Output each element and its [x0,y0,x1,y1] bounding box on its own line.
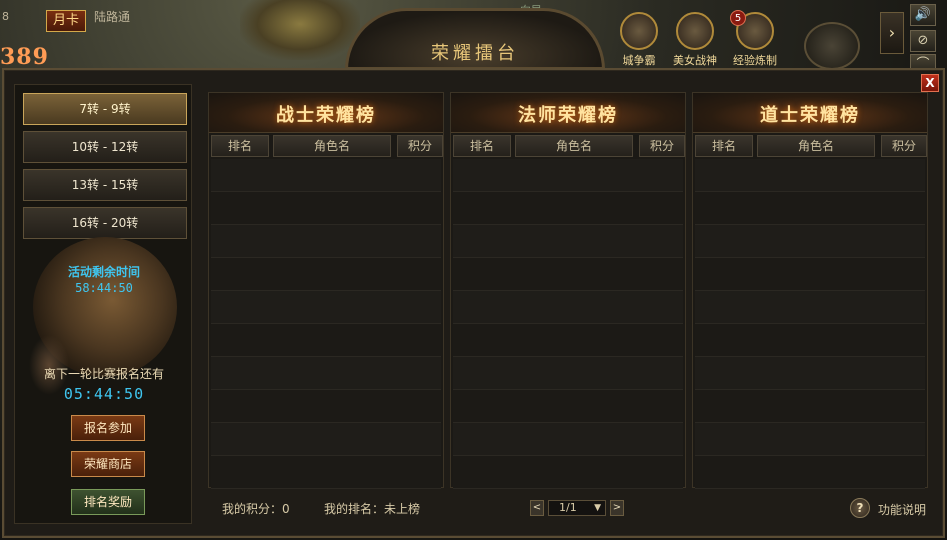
table-row [453,291,683,324]
table-row [695,225,925,258]
table-row [453,357,683,390]
tier-tab-7-9[interactable]: 7转 - 9转 [23,93,187,125]
col-score: 积分 [639,135,685,157]
col-rank: 排名 [211,135,269,157]
expand-arrow-button[interactable]: › [880,12,904,54]
page-select[interactable]: 1/1 ▼ [548,500,606,516]
help-label: 功能说明 [878,503,927,517]
table-row [695,159,925,192]
col-role-name: 角色名 [273,135,391,157]
honor-shop-button[interactable]: 荣耀商店 [71,451,145,477]
page-indicator: 1/1 [559,501,577,514]
player-status-area: 8 月卡 陆路通 389 [0,0,160,70]
table-row [211,291,441,324]
table-row [453,159,683,192]
board-title: 法师荣耀榜 [518,105,618,126]
event-exp-refine[interactable]: 5 经验炼制 [728,10,782,68]
notification-badge: 5 [730,10,746,26]
table-row [211,357,441,390]
table-row [211,159,441,192]
board-title: 战士荣耀榜 [276,105,376,126]
boss-portrait-icon[interactable] [804,22,860,70]
table-row [695,423,925,456]
settings-icon[interactable]: ⊘ [910,30,936,52]
mage-honor-board: 法师荣耀榜 排名 角色名 积分 [450,92,686,489]
table-row [211,456,441,489]
table-row [453,390,683,423]
sound-icon[interactable]: 🔊 [910,4,936,26]
next-page-button[interactable]: > [610,500,624,516]
col-role-name: 角色名 [515,135,633,157]
table-row [211,258,441,291]
board-header: 道士荣耀榜 [693,93,927,133]
next-signup-countdown: 05:44:50 [63,385,145,403]
board-header: 战士荣耀榜 [209,93,443,133]
my-rank: 我的排名：未上榜 [324,502,421,516]
tier-tab-10-12[interactable]: 10转 - 12转 [23,131,187,163]
close-button[interactable]: X [921,74,939,92]
col-score: 积分 [881,135,927,157]
travel-link[interactable]: 陆路通 [94,8,130,25]
signup-button[interactable]: 报名参加 [71,415,145,441]
tier-tab-16-20[interactable]: 16转 - 20转 [23,207,187,239]
table-row [695,324,925,357]
table-row [453,423,683,456]
col-rank: 排名 [695,135,753,157]
activity-remaining-time: 58:44:50 [75,281,133,295]
arena-title: 荣耀擂台 [431,43,519,64]
col-rank: 排名 [453,135,511,157]
question-icon: ? [850,498,870,518]
taoist-honor-board: 道士荣耀榜 排名 角色名 积分 [692,92,928,489]
table-row [211,192,441,225]
dragon-decoration [240,0,360,60]
event-goddess[interactable]: 美女战神 [668,12,722,68]
board-title: 道士荣耀榜 [760,105,860,126]
goddess-icon [676,12,714,50]
event-siege[interactable]: 城争霸 [612,12,666,68]
event-label: 城争霸 [622,54,656,67]
table-row [453,324,683,357]
board-rows [453,159,683,489]
prev-page-button[interactable]: < [530,500,544,516]
month-card-button[interactable]: 月卡 [46,10,86,32]
table-row [211,225,441,258]
table-row [211,324,441,357]
table-row [453,225,683,258]
table-row [211,423,441,456]
tier-sidebar: 7转 - 9转 10转 - 12转 13转 - 15转 16转 - 20转 活动… [14,84,192,524]
table-row [695,390,925,423]
board-rows [695,159,925,489]
event-label: 美女战神 [673,54,717,67]
table-row [695,291,925,324]
event-label: 经验炼制 [733,54,777,67]
my-score: 我的积分：0 [222,502,290,516]
board-header: 法师荣耀榜 [451,93,685,133]
next-signup-label: 离下一轮比赛报名还有 [43,367,164,381]
board-rows [211,159,441,489]
col-role-name: 角色名 [757,135,875,157]
arena-title-banner: 荣耀擂台 [345,8,605,70]
table-row [453,192,683,225]
table-row [453,456,683,489]
col-score: 积分 [397,135,443,157]
combat-power: 389 [0,44,49,70]
level-number: 8 [2,10,9,23]
honor-arena-panel: X 7转 - 9转 10转 - 12转 13转 - 15转 16转 - 20转 … [2,68,945,538]
table-row [695,357,925,390]
warrior-honor-board: 战士荣耀榜 排名 角色名 积分 [208,92,444,489]
table-row [695,456,925,489]
table-row [695,192,925,225]
chevron-down-icon: ▼ [594,503,601,513]
table-row [453,258,683,291]
siege-icon [620,12,658,50]
tier-tab-13-15[interactable]: 13转 - 15转 [23,169,187,201]
table-row [695,258,925,291]
rank-rewards-button[interactable]: 排名奖励 [71,489,145,515]
activity-remaining-label: 活动剩余时间 [67,265,140,279]
table-row [211,390,441,423]
